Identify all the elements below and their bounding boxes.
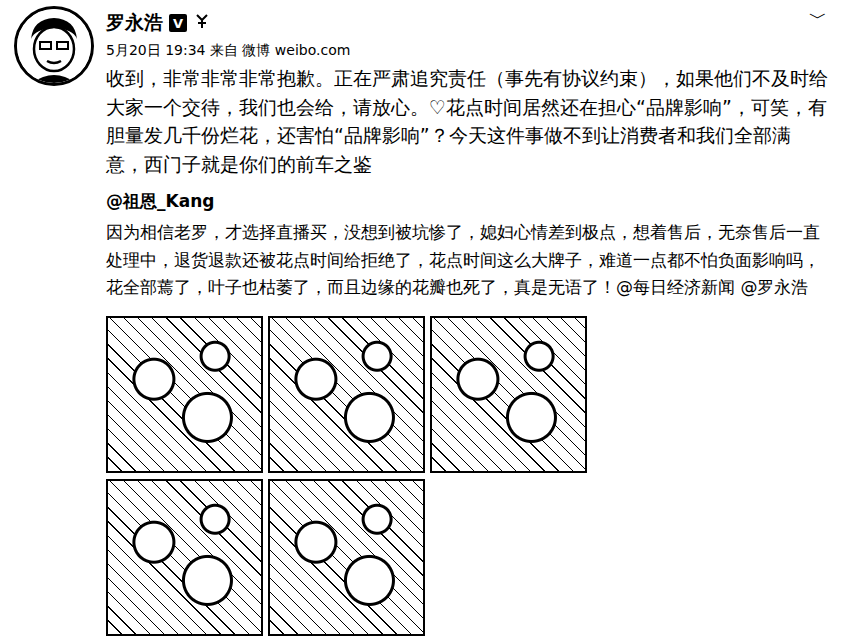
author-name[interactable]: 罗永浩 [106, 10, 163, 36]
repost-text: 因为相信老罗，才选择直播买，没想到被坑惨了，媳妇心情差到极点，想着售后，无奈售后… [106, 219, 824, 302]
post-text: 收到，非常非常非常抱歉。正在严肃追究责任（事先有协议约束），如果他们不及时给大家… [106, 64, 828, 178]
image-grid [106, 316, 833, 636]
name-row: 罗永浩 V [106, 6, 211, 36]
menu-button[interactable]: ﹀ [803, 6, 833, 30]
verified-badge: V [169, 14, 187, 32]
repost-author[interactable]: @祖恩_Kang [106, 190, 824, 213]
photo[interactable] [268, 479, 425, 636]
photo[interactable] [106, 479, 263, 636]
photo[interactable] [430, 316, 587, 473]
avatar-icon[interactable] [14, 6, 94, 86]
post-meta: 5月20日 19:34 来自 微博 weibo.com [106, 42, 833, 60]
post-header: 罗永浩 V ﹀ [106, 6, 833, 36]
repost[interactable]: @祖恩_Kang 因为相信老罗，才选择直播买，没想到被坑惨了，媳妇心情差到极点，想… [106, 190, 824, 302]
member-icon[interactable] [193, 12, 211, 34]
post-body: 罗永浩 V ﹀ 5月20日 19:34 来自 微博 weibo.com 收到，非常非常非… [106, 6, 833, 636]
heart-icon: ♡ [429, 93, 446, 122]
photo[interactable] [268, 316, 425, 473]
photo[interactable] [106, 316, 263, 473]
